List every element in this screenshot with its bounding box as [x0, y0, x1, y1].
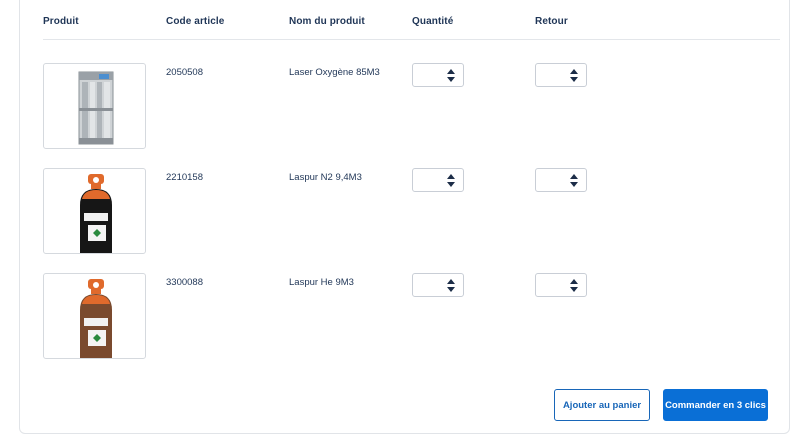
quantity-stepper[interactable] — [412, 168, 464, 192]
column-header-produit: Produit — [43, 16, 79, 27]
gas-bundle-rack-icon — [78, 71, 114, 145]
product-image-gas-bundle[interactable] — [43, 63, 146, 149]
return-stepper[interactable] — [535, 63, 587, 87]
table-row: 2210158 Laspur N2 9,4M3 — [0, 168, 799, 254]
stepper-arrows-icon[interactable] — [570, 279, 578, 293]
product-code: 2210158 — [166, 172, 203, 183]
product-name: Laspur He 9M3 — [289, 277, 354, 288]
product-name: Laser Oxygène 85M3 — [289, 67, 380, 78]
product-image-cylinder-he[interactable] — [43, 273, 146, 359]
add-to-cart-button[interactable]: Ajouter au panier — [554, 389, 650, 421]
product-image-cylinder-n2[interactable] — [43, 168, 146, 254]
table-row: 3300088 Laspur He 9M3 — [0, 273, 799, 359]
quantity-stepper[interactable] — [412, 273, 464, 297]
return-stepper[interactable] — [535, 273, 587, 297]
stepper-arrows-icon[interactable] — [447, 279, 455, 293]
column-header-retour: Retour — [535, 16, 568, 27]
product-code: 2050508 — [166, 67, 203, 78]
product-code: 3300088 — [166, 277, 203, 288]
stepper-arrows-icon[interactable] — [570, 69, 578, 83]
stepper-arrows-icon[interactable] — [570, 174, 578, 188]
order-in-3-clicks-button[interactable]: Commander en 3 clics — [663, 389, 768, 421]
stepper-arrows-icon[interactable] — [447, 174, 455, 188]
column-header-code: Code article — [166, 16, 225, 27]
column-header-nom: Nom du produit — [289, 16, 365, 27]
gas-cylinder-icon — [80, 279, 112, 358]
return-stepper[interactable] — [535, 168, 587, 192]
gas-cylinder-icon — [80, 174, 112, 253]
table-row: 2050508 Laser Oxygène 85M3 — [0, 63, 799, 149]
column-header-quantite: Quantité — [412, 16, 454, 27]
quantity-stepper[interactable] — [412, 63, 464, 87]
product-name: Laspur N2 9,4M3 — [289, 172, 362, 183]
header-divider — [43, 39, 780, 40]
stepper-arrows-icon[interactable] — [447, 69, 455, 83]
